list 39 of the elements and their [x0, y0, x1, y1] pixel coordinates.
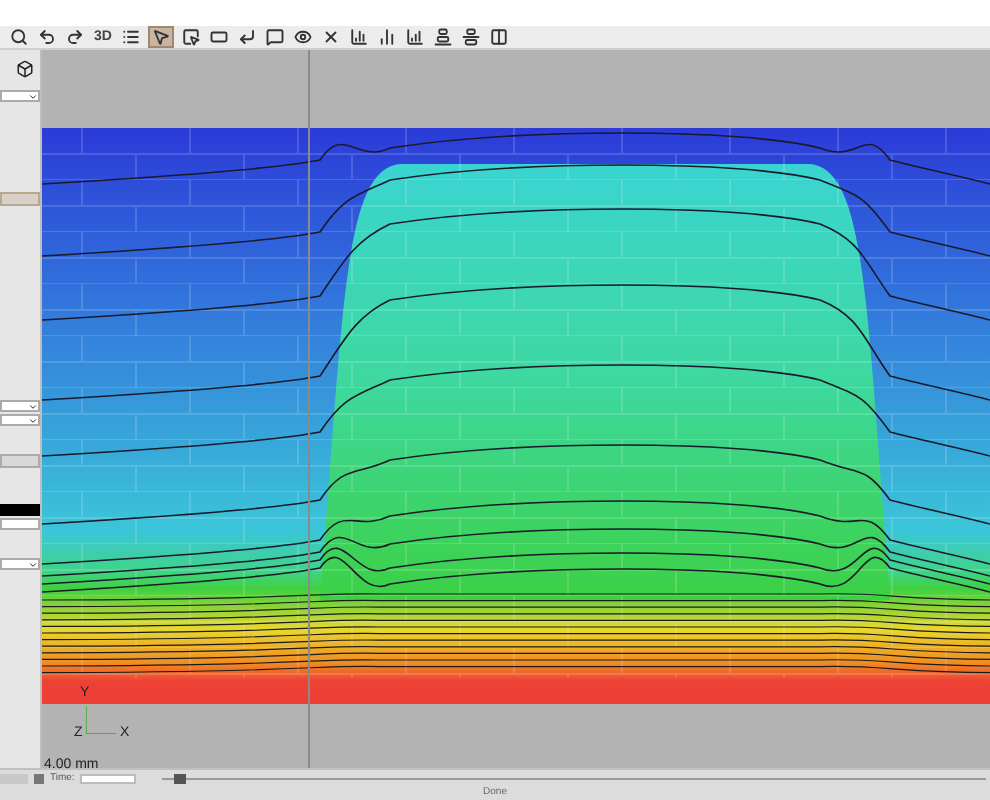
bar-chart-tool-button[interactable] [375, 26, 398, 48]
eye-tool-button[interactable] [291, 26, 314, 48]
columns-icon [489, 28, 508, 46]
color-swatch[interactable] [0, 504, 40, 516]
bar-chart-tool-button[interactable] [403, 26, 426, 48]
slider-thumb[interactable] [173, 773, 186, 783]
redo-icon [66, 28, 84, 46]
bars-icon [461, 28, 480, 46]
list-icon [121, 28, 140, 46]
bar-chart-tool-button[interactable] [347, 26, 370, 48]
speech-bubble-icon [265, 28, 284, 46]
selection-pointer-icon [181, 28, 200, 46]
bars-icon [433, 28, 452, 46]
chevron-icon [28, 92, 38, 102]
cross-icon [321, 28, 340, 46]
time-field[interactable] [80, 773, 137, 783]
axis-triad-icon [86, 706, 116, 734]
rectangle-icon [209, 28, 228, 46]
color-swatch[interactable] [0, 518, 40, 530]
status-square [34, 773, 44, 783]
undo-tool-button[interactable] [36, 26, 58, 48]
columns-tool-button[interactable] [487, 26, 510, 48]
search-icon [10, 28, 28, 46]
eye-icon [293, 28, 312, 46]
selection-pointer-tool-button[interactable] [179, 26, 202, 48]
pointer-tool-button[interactable] [147, 26, 174, 48]
bar-chart-icon [349, 28, 368, 46]
undo-icon [38, 28, 56, 46]
redo-tool-button[interactable] [64, 26, 86, 48]
bar-chart-icon [405, 28, 424, 46]
bars-tool-button[interactable] [459, 26, 482, 48]
rectangle-tool-button[interactable] [207, 26, 230, 48]
search-tool-button[interactable] [8, 26, 30, 48]
pointer-icon [151, 28, 170, 46]
cube-icon [16, 59, 34, 77]
speech-bubble-tool-button[interactable] [263, 26, 286, 48]
chevron-icon [28, 560, 38, 570]
bar-chart-icon [377, 28, 396, 46]
bars-tool-button[interactable] [431, 26, 454, 48]
